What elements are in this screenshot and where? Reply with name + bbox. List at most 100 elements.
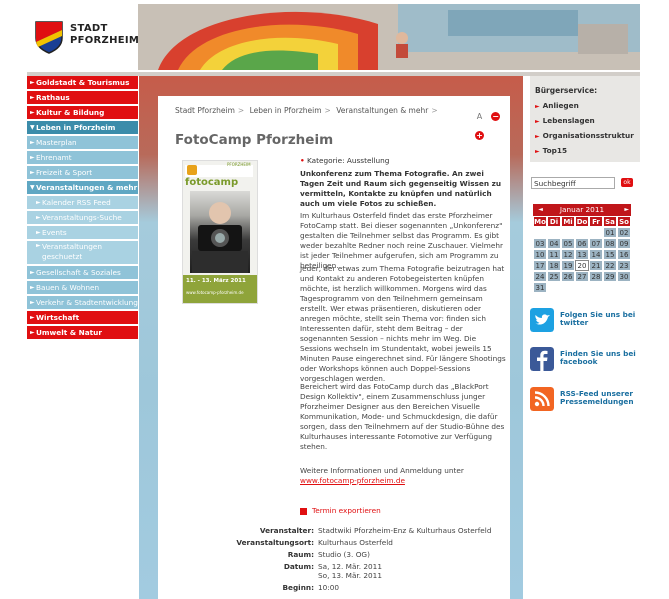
calendar-prev-icon[interactable]: ◄ [535,204,546,216]
nav-label: Verkehr & Stadtentwicklung [36,298,138,307]
arrow-icon: ► [535,148,540,155]
calendar-day[interactable]: 06 [575,238,589,249]
calendar-empty-cell [603,282,617,293]
category: • Kategorie: Ausstellung [300,156,389,165]
export-event-button[interactable]: Termin exportieren [300,506,381,515]
logo[interactable]: STADT PFORZHEIM [27,4,139,70]
calendar-today[interactable]: 20 [575,260,589,271]
nav-wirtschaft[interactable]: ► Wirtschaft [27,311,138,324]
breadcrumb-separator: > [431,106,438,115]
arrow-icon: ► [30,329,35,336]
nav-veranstaltungen-geschuetzt[interactable]: ► Veranstaltungen geschuetzt [27,241,138,264]
calendar-day[interactable]: 10 [533,249,547,260]
calendar-day[interactable]: 05 [561,238,575,249]
nav-bauen-wohnen[interactable]: ► Bauen & Wohnen [27,281,138,294]
calendar-day[interactable]: 17 [533,260,547,271]
nav-kalender-rss[interactable]: ► Kalender RSS Feed [27,196,138,209]
arrow-icon: ► [36,229,41,236]
calendar-day[interactable]: 31 [533,282,547,293]
main-content: Stadt Pforzheim > Leben in Pforzheim > Ver… [158,96,510,599]
rss-link[interactable]: RSS-Feed unserer Pressemeldungen [530,387,640,417]
calendar-day[interactable]: 26 [561,271,575,282]
breadcrumb-item[interactable]: Leben in Pforzheim [250,106,322,115]
calendar-weekday: So [617,216,631,227]
nav-kultur-bildung[interactable]: ► Kultur & Bildung [27,106,138,119]
nav-veranstaltungs-suche[interactable]: ► Veranstaltungs-Suche [27,211,138,224]
font-size-icon[interactable]: A [475,112,484,121]
nav-label: Bauen & Wohnen [36,283,100,292]
calendar-export-icon [300,507,307,515]
event-poster[interactable]: fotocamp PFORZHEIM 11. - 13. März 2011 w… [182,160,258,304]
calendar-day[interactable]: 03 [533,238,547,249]
nav-umwelt-natur[interactable]: ► Umwelt & Natur [27,326,138,339]
paragraph-1: Im Kulturhaus Osterfeld findet das erste… [300,211,503,270]
category-label: Kategorie: Ausstellung [307,156,390,165]
calendar-day[interactable]: 23 [617,260,631,271]
arrow-icon: ► [535,133,540,140]
calendar-day[interactable]: 07 [589,238,603,249]
calendar-day[interactable]: 02 [617,227,631,238]
calendar-day[interactable]: 15 [603,249,617,260]
calendar-day[interactable]: 29 [603,271,617,282]
nav-label: Rathaus [36,93,70,102]
calendar-day[interactable]: 16 [617,249,631,260]
buergerservice-label: Organisationsstruktur [542,131,634,140]
twitter-link[interactable]: Folgen Sie uns bei twitter [530,308,640,338]
calendar-day[interactable]: 24 [533,271,547,282]
calendar-day[interactable]: 27 [575,271,589,282]
nav-leben-in-pforzheim[interactable]: ▼ Leben in Pforzheim [27,121,138,134]
search-submit-button[interactable]: ok [621,178,633,187]
buergerservice-lebenslagen[interactable]: ► Lebenslagen [535,116,640,131]
calendar-day[interactable]: 08 [603,238,617,249]
arrow-icon: ► [30,299,35,306]
zoom-in-icon[interactable]: + [475,131,484,140]
breadcrumb-item[interactable]: Veranstaltungen & mehr [336,106,428,115]
nav-label: Wirtschaft [36,313,80,322]
nav-verkehr-stadtentwicklung[interactable]: ► Verkehr & Stadtentwicklung [27,296,138,309]
search-input[interactable]: Suchbegriff [531,177,615,189]
calendar-day[interactable]: 12 [561,249,575,260]
nav-goldstadt-tourismus[interactable]: ► Goldstadt & Tourismus [27,76,138,89]
calendar-day[interactable]: 19 [561,260,575,271]
buergerservice-top15[interactable]: ► Top15 [535,146,640,161]
nav-freizeit-sport[interactable]: ► Freizeit & Sport [27,166,138,179]
calendar-day[interactable]: 22 [603,260,617,271]
nav-veranstaltungen[interactable]: ▼ Veranstaltungen & mehr [27,181,138,194]
nav-gesellschaft-soziales[interactable]: ► Gesellschaft & Soziales [27,266,138,279]
buergerservice-anliegen[interactable]: ► Anliegen [535,101,640,116]
breadcrumb-item[interactable]: Stadt Pforzheim [175,106,235,115]
calendar-day[interactable]: 30 [617,271,631,282]
calendar-day[interactable]: 21 [589,260,603,271]
calendar-next-icon[interactable]: ► [618,204,629,216]
nav-events[interactable]: ► Events [27,226,138,239]
poster-brand-mark [187,165,197,175]
nav-masterplan[interactable]: ► Masterplan [27,136,138,149]
fotocamp-link[interactable]: www.fotocamp-pforzheim.de [300,476,405,485]
nav-rathaus[interactable]: ► Rathaus [27,91,138,104]
calendar-day[interactable]: 28 [589,271,603,282]
arrow-icon: ► [36,214,41,221]
calendar-day[interactable]: 13 [575,249,589,260]
calendar-day[interactable]: 25 [547,271,561,282]
detail-label: Raum: [287,550,314,559]
buergerservice-title: Bürgerservice: [535,86,598,95]
arrow-icon: ► [30,314,35,321]
nav-label: Umwelt & Natur [36,328,102,337]
nav-ehrenamt[interactable]: ► Ehrenamt [27,151,138,164]
arrow-icon: ► [30,169,35,176]
logo-text: STADT PFORZHEIM [70,23,139,47]
logo-line1: STADT [70,23,108,34]
facebook-link[interactable]: Finden Sie uns bei facebook [530,347,640,377]
calendar-day[interactable]: 18 [547,260,561,271]
calendar-day[interactable]: 04 [547,238,561,249]
calendar-day[interactable]: 01 [603,227,617,238]
paragraph-4: Weitere Informationen und Anmeldung unte… [300,466,508,486]
calendar-day[interactable]: 14 [589,249,603,260]
buergerservice-organisationsstruktur[interactable]: ► Organisationsstruktur [535,131,640,146]
calendar-day[interactable]: 09 [617,238,631,249]
header: STADT PFORZHEIM [27,4,640,70]
arrow-icon: ► [535,103,540,110]
calendar-day[interactable]: 11 [547,249,561,260]
zoom-out-icon[interactable]: − [491,112,501,121]
breadcrumb-separator: > [237,106,245,115]
